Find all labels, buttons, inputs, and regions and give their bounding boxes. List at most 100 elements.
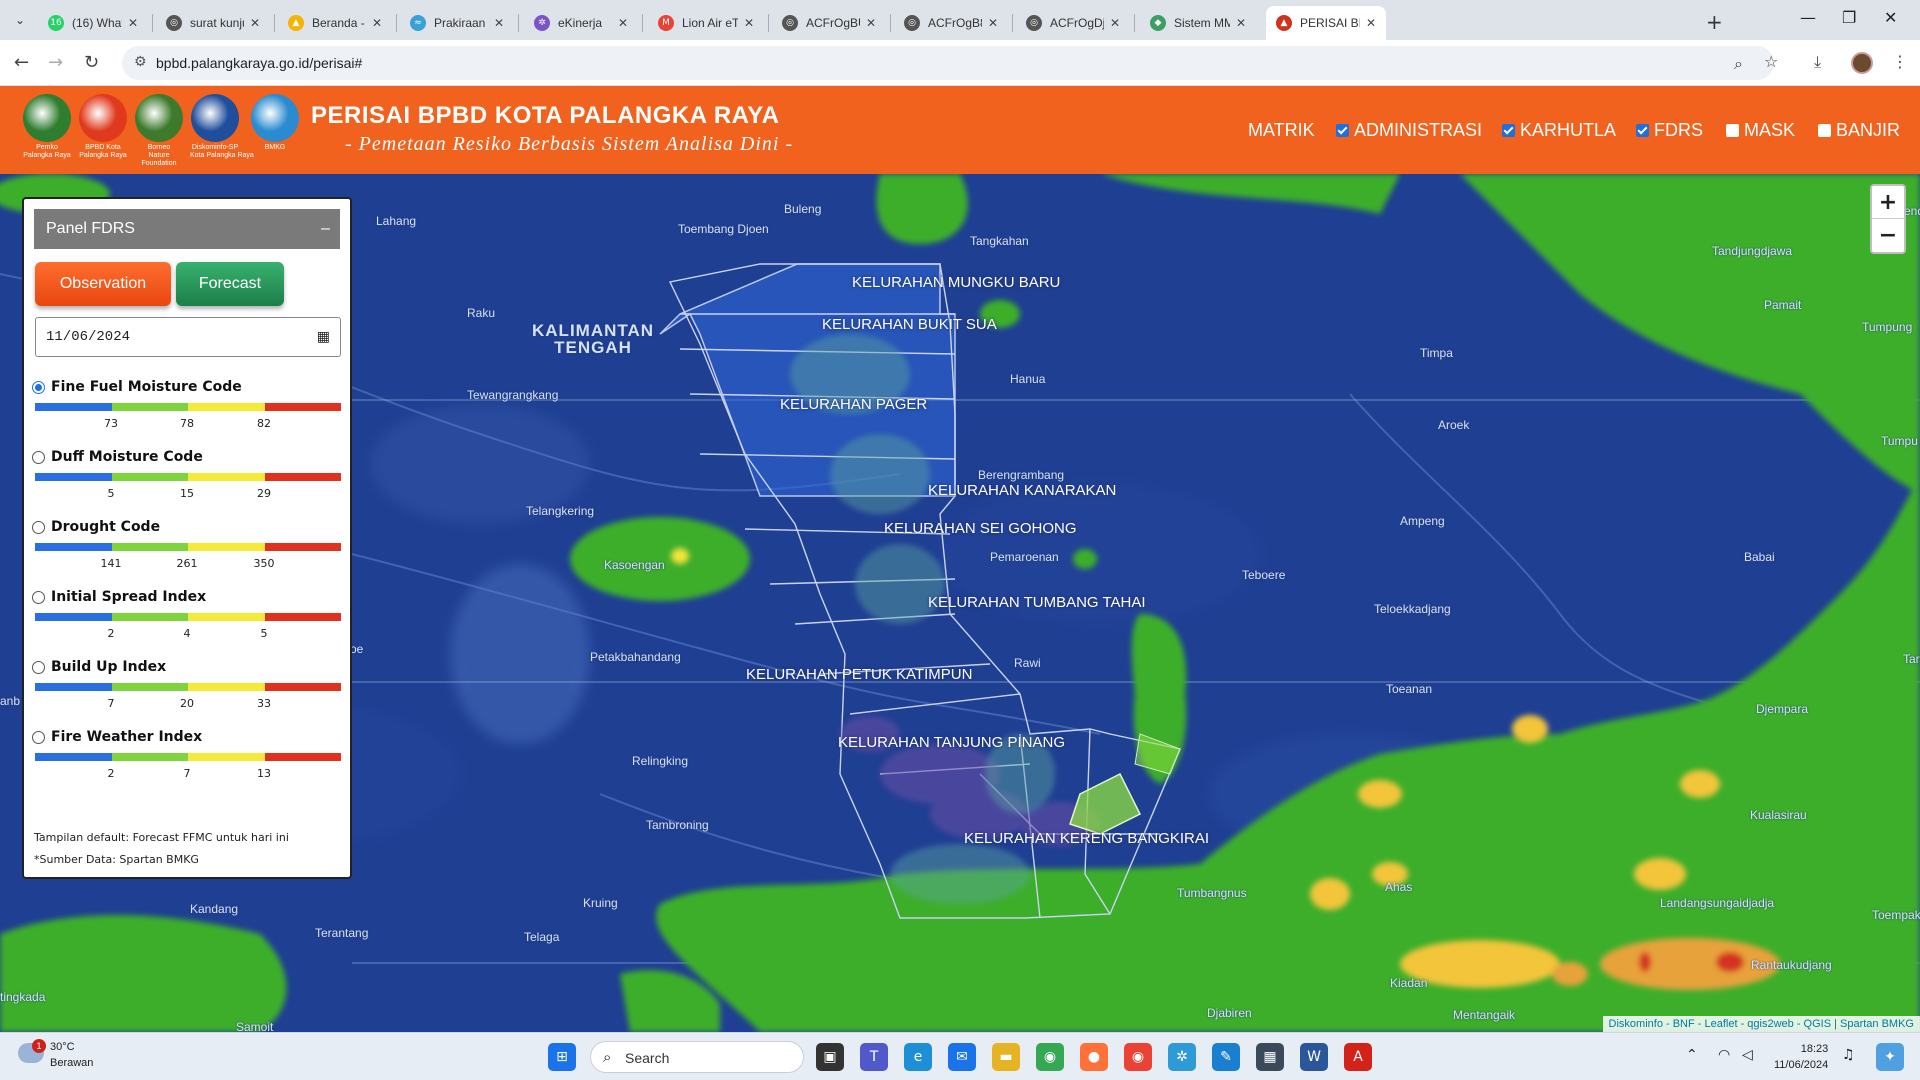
- tray-chevron-icon[interactable]: ⌃: [1686, 1047, 1698, 1063]
- mail-icon[interactable]: ✉: [948, 1043, 976, 1071]
- menu-fdrs[interactable]: FDRS: [1636, 120, 1703, 141]
- taskbar-search[interactable]: ⌕ Search: [590, 1041, 804, 1073]
- tab-close-icon[interactable]: ✕: [866, 16, 876, 30]
- fdrs-index-option[interactable]: Duff Moisture Code 5 15 29: [32, 449, 342, 500]
- index-radio-button[interactable]: [32, 731, 45, 744]
- download-icon[interactable]: ⤓: [1814, 52, 1821, 72]
- menu-checkbox[interactable]: [1502, 124, 1515, 137]
- index-radio-button[interactable]: [32, 381, 45, 394]
- index-label[interactable]: Drought Code: [32, 519, 342, 537]
- tab-close-icon[interactable]: ✕: [744, 16, 754, 30]
- menu-checkbox[interactable]: [1336, 124, 1349, 137]
- browser-tab[interactable]: ✲ eKinerja ✕: [524, 6, 638, 40]
- wifi-icon[interactable]: ◠: [1718, 1047, 1730, 1063]
- profile-avatar[interactable]: [1851, 52, 1873, 74]
- kelurahan-label[interactable]: KELURAHAN TUMBANG TAHAI: [928, 594, 1146, 611]
- new-tab-button[interactable]: +: [1706, 10, 1723, 34]
- index-radio-button[interactable]: [32, 591, 45, 604]
- zoom-out-button[interactable]: −: [1872, 219, 1904, 252]
- minimize-window-icon[interactable]: —: [1800, 8, 1816, 27]
- forecast-button[interactable]: Forecast: [176, 262, 284, 306]
- browser-tab[interactable]: ◎ surat kunjungan ✕: [156, 6, 270, 40]
- kelurahan-label[interactable]: KELURAHAN KANARAKAN: [928, 482, 1116, 499]
- fdrs-index-option[interactable]: Fire Weather Index 2 7 13: [32, 729, 342, 780]
- tab-close-icon[interactable]: ✕: [128, 16, 138, 30]
- index-label[interactable]: Duff Moisture Code: [32, 449, 342, 467]
- reload-icon[interactable]: ↻: [84, 52, 99, 73]
- firefox-icon[interactable]: ●: [1080, 1043, 1108, 1071]
- menu-karhutla[interactable]: KARHUTLA: [1502, 120, 1616, 141]
- paint-icon[interactable]: ✎: [1212, 1043, 1240, 1071]
- fdrs-index-option[interactable]: Initial Spread Index 2 4 5: [32, 589, 342, 640]
- browser-tab[interactable]: ◎ ACFrOgB8BLlk ✕: [894, 6, 1008, 40]
- system-clock[interactable]: 18:23 11/06/2024: [1774, 1041, 1828, 1073]
- close-window-icon[interactable]: ✕: [1884, 8, 1897, 27]
- index-label[interactable]: Fine Fuel Moisture Code: [32, 379, 342, 397]
- menu-administrasi[interactable]: ADMINISTRASI: [1336, 120, 1482, 141]
- site-info-icon[interactable]: ⚙: [134, 54, 147, 70]
- edge-icon[interactable]: e: [904, 1043, 932, 1071]
- kelurahan-label[interactable]: KELURAHAN PETUK KATIMPUN: [746, 666, 972, 683]
- chrome-alt-icon[interactable]: ◉: [1124, 1043, 1152, 1071]
- tab-close-icon[interactable]: ✕: [494, 16, 504, 30]
- menu-checkbox[interactable]: [1726, 124, 1739, 137]
- tab-close-icon[interactable]: ✕: [250, 16, 260, 30]
- fdrs-index-option[interactable]: Build Up Index 7 20 33: [32, 659, 342, 710]
- menu-banjir[interactable]: BANJIR: [1818, 120, 1900, 141]
- browser-tab[interactable]: ◎ ACFrOgBUtypK ✕: [772, 6, 886, 40]
- tab-close-icon[interactable]: ✕: [1236, 16, 1246, 30]
- teams-icon[interactable]: T: [860, 1043, 888, 1071]
- back-arrow-icon[interactable]: ←: [14, 52, 29, 73]
- calendar-icon[interactable]: ▦: [317, 318, 330, 356]
- copilot-icon[interactable]: ✦: [1876, 1043, 1904, 1071]
- zoom-icon[interactable]: ⌕: [1734, 54, 1743, 74]
- volume-icon[interactable]: ◁: [1742, 1047, 1753, 1063]
- index-radio-button[interactable]: [32, 451, 45, 464]
- task-view-icon[interactable]: ▣: [816, 1043, 844, 1071]
- word-icon[interactable]: W: [1300, 1043, 1328, 1071]
- tab-close-icon[interactable]: ✕: [372, 16, 382, 30]
- browser-tab[interactable]: 16 (16) WhatsApp ✕: [38, 6, 148, 40]
- tab-close-icon[interactable]: ✕: [1366, 16, 1376, 30]
- index-label[interactable]: Fire Weather Index: [32, 729, 342, 747]
- observation-button[interactable]: Observation: [35, 262, 171, 306]
- acrobat-icon[interactable]: A: [1344, 1043, 1372, 1071]
- menu-mask[interactable]: MASK: [1726, 120, 1795, 141]
- kelurahan-label[interactable]: KELURAHAN BUKIT SUA: [822, 316, 997, 333]
- date-input[interactable]: 11/06/2024 ▦: [35, 317, 341, 357]
- menu-checkbox[interactable]: [1818, 124, 1831, 137]
- windows-start-icon[interactable]: ⊞: [548, 1043, 576, 1071]
- chrome-icon[interactable]: ◉: [1036, 1043, 1064, 1071]
- browser-tab[interactable]: ▲ Beranda - Google Drive ✕: [278, 6, 392, 40]
- bookmark-star-icon[interactable]: ☆: [1764, 52, 1778, 71]
- browser-tab[interactable]: ◎ ACFrOgDjq5P6 ✕: [1016, 6, 1130, 40]
- kelurahan-label[interactable]: KELURAHAN SEI GOHONG: [884, 520, 1077, 537]
- notification-bell-icon[interactable]: ♫: [1842, 1047, 1855, 1063]
- zoom-in-button[interactable]: +: [1872, 186, 1904, 219]
- map-attribution[interactable]: Diskominfo - BNF - Leaflet - qgis2web - …: [1602, 1016, 1920, 1032]
- browser-tab[interactable]: ◆ Sistem MMBC ✕: [1140, 6, 1256, 40]
- network-app-icon[interactable]: ✲: [1168, 1043, 1196, 1071]
- kelurahan-label[interactable]: KELURAHAN TANJUNG PINANG: [838, 734, 1065, 751]
- kelurahan-label[interactable]: KELURAHAN KERENG BANGKIRAI: [964, 830, 1209, 847]
- tab-close-icon[interactable]: ✕: [618, 16, 628, 30]
- fdrs-index-option[interactable]: Drought Code 141 261 350: [32, 519, 342, 570]
- index-label[interactable]: Build Up Index: [32, 659, 342, 677]
- index-radio-button[interactable]: [32, 521, 45, 534]
- tab-close-icon[interactable]: ✕: [988, 16, 998, 30]
- tab-close-icon[interactable]: ✕: [1110, 16, 1120, 30]
- file-explorer-icon[interactable]: ▬: [992, 1043, 1020, 1071]
- index-radio-button[interactable]: [32, 661, 45, 674]
- url-text[interactable]: bpbd.palangkaraya.go.id/perisai#: [156, 55, 362, 71]
- browser-tab[interactable]: M Lion Air eTicket ✕: [648, 6, 764, 40]
- menu-checkbox[interactable]: [1636, 124, 1649, 137]
- browser-tab[interactable]: ▲ PERISAI BPBD ✕: [1266, 6, 1386, 40]
- fdrs-index-option[interactable]: Fine Fuel Moisture Code 73 78 82: [32, 379, 342, 430]
- tab-search-chevron-icon[interactable]: ⌄: [10, 10, 30, 30]
- kelurahan-label[interactable]: KELURAHAN MUNGKU BARU: [852, 274, 1060, 291]
- menu-matrik[interactable]: MATRIK: [1248, 120, 1315, 141]
- restore-window-icon[interactable]: ❐: [1842, 8, 1856, 27]
- index-label[interactable]: Initial Spread Index: [32, 589, 342, 607]
- calculator-icon[interactable]: ▦: [1256, 1043, 1284, 1071]
- omnibox[interactable]: ⚙ bpbd.palangkaraya.go.id/perisai#: [122, 46, 1774, 80]
